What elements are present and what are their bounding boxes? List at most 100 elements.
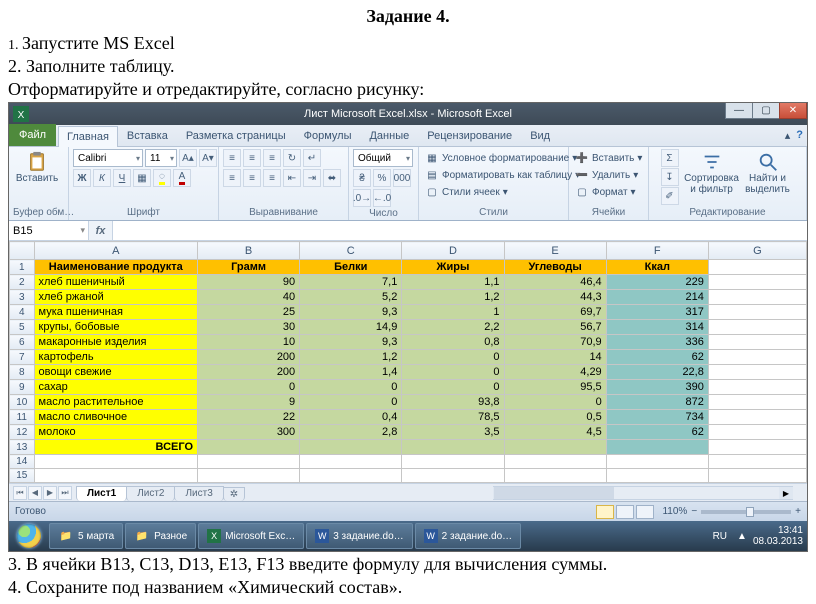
cell[interactable]: Наименование продукта	[34, 260, 197, 275]
row-header[interactable]: 14	[10, 455, 35, 469]
sheet-nav-prev[interactable]: ◀	[28, 486, 42, 500]
cell[interactable]	[34, 469, 197, 483]
cell[interactable]: 734	[606, 410, 708, 425]
cell[interactable]: 10	[198, 335, 300, 350]
tab-layout[interactable]: Разметка страницы	[177, 125, 295, 146]
align-left-button[interactable]: ≡	[223, 169, 241, 187]
cell[interactable]: 44,3	[504, 290, 606, 305]
cell[interactable]	[402, 440, 504, 455]
cell[interactable]	[606, 440, 708, 455]
format-cells-button[interactable]: ▢Формат ▾	[573, 185, 638, 200]
cell[interactable]: 22,8	[606, 365, 708, 380]
tab-view[interactable]: Вид	[521, 125, 559, 146]
cell[interactable]	[708, 469, 806, 483]
file-tab[interactable]: Файл	[9, 124, 56, 146]
col-header-B[interactable]: B	[198, 242, 300, 260]
spreadsheet-grid[interactable]: A B C D E F G 1Наименование продуктаГрам…	[9, 241, 807, 483]
cell[interactable]: 3,5	[402, 425, 504, 440]
row-header[interactable]: 8	[10, 365, 35, 380]
insert-cells-button[interactable]: ➕Вставить ▾	[573, 151, 644, 166]
row-header[interactable]: 3	[10, 290, 35, 305]
cell[interactable]	[198, 455, 300, 469]
cell[interactable]: 0	[402, 380, 504, 395]
cell[interactable]	[300, 455, 402, 469]
cell[interactable]: 25	[198, 305, 300, 320]
paste-button[interactable]: Вставить	[13, 149, 61, 186]
cell[interactable]: 0	[402, 365, 504, 380]
sheet-nav-next[interactable]: ▶	[43, 486, 57, 500]
format-as-table-button[interactable]: ▤Форматировать как таблицу ▾	[423, 168, 582, 183]
cell[interactable]: 300	[198, 425, 300, 440]
delete-cells-button[interactable]: ➖Удалить ▾	[573, 168, 640, 183]
col-header-A[interactable]: A	[34, 242, 197, 260]
cell[interactable]	[708, 335, 806, 350]
cell[interactable]: 872	[606, 395, 708, 410]
cell[interactable]	[708, 380, 806, 395]
cell[interactable]: Жиры	[402, 260, 504, 275]
close-button[interactable]: ✕	[779, 103, 807, 119]
view-normal-button[interactable]	[596, 505, 614, 519]
view-layout-button[interactable]	[616, 505, 634, 519]
cell[interactable]: 90	[198, 275, 300, 290]
cell[interactable]: масло растительное	[34, 395, 197, 410]
conditional-format-button[interactable]: ▦Условное форматирование ▾	[423, 151, 579, 166]
cell[interactable]: масло сливочное	[34, 410, 197, 425]
cell[interactable]: 14,9	[300, 320, 402, 335]
percent-button[interactable]: %	[373, 169, 391, 187]
align-top-button[interactable]: ≡	[223, 149, 241, 167]
cell[interactable]	[504, 455, 606, 469]
row-header[interactable]: 13	[10, 440, 35, 455]
tab-formulas[interactable]: Формулы	[295, 125, 361, 146]
cell[interactable]	[708, 350, 806, 365]
cell[interactable]: 1,1	[402, 275, 504, 290]
fill-button[interactable]: ↧	[661, 168, 679, 186]
col-header-F[interactable]: F	[606, 242, 708, 260]
zoom-out-button[interactable]: −	[691, 506, 697, 517]
cell[interactable]	[708, 440, 806, 455]
cell[interactable]: 0,5	[504, 410, 606, 425]
font-color-button[interactable]: A	[173, 169, 191, 187]
cell-styles-button[interactable]: ▢Стили ячеек ▾	[423, 185, 510, 200]
taskbar-folder-2[interactable]: 📁Разное	[125, 523, 196, 549]
col-header-E[interactable]: E	[504, 242, 606, 260]
border-button[interactable]: ▦	[133, 169, 151, 187]
cell[interactable]: 0	[198, 380, 300, 395]
cell[interactable]: 5,2	[300, 290, 402, 305]
cell[interactable]: овощи свежие	[34, 365, 197, 380]
cell[interactable]	[708, 395, 806, 410]
cell[interactable]	[34, 455, 197, 469]
orientation-button[interactable]: ↻	[283, 149, 301, 167]
tab-data[interactable]: Данные	[360, 125, 418, 146]
sheet-tab-3[interactable]: Лист3	[174, 486, 223, 501]
cell[interactable]: 95,5	[504, 380, 606, 395]
cell[interactable]	[708, 425, 806, 440]
inc-decimal-button[interactable]: .0→	[353, 189, 371, 207]
taskbar-app-excel[interactable]: XMicrosoft Exc…	[198, 523, 304, 549]
cell[interactable]: 4,5	[504, 425, 606, 440]
cell[interactable]	[300, 469, 402, 483]
maximize-button[interactable]: ▢	[752, 103, 780, 119]
cell[interactable]	[708, 305, 806, 320]
clear-button[interactable]: ✐	[661, 187, 679, 205]
find-select-button[interactable]: Найти и выделить	[741, 149, 795, 197]
sheet-tab-2[interactable]: Лист2	[126, 486, 175, 501]
cell[interactable]: 46,4	[504, 275, 606, 290]
italic-button[interactable]: К	[93, 169, 111, 187]
font-size-dropdown[interactable]: 11	[145, 149, 177, 167]
cell[interactable]: 69,7	[504, 305, 606, 320]
align-bottom-button[interactable]: ≡	[263, 149, 281, 167]
formula-input[interactable]	[113, 221, 807, 240]
cell[interactable]: 200	[198, 350, 300, 365]
sheet-tab-1[interactable]: Лист1	[76, 486, 127, 501]
cell[interactable]: 56,7	[504, 320, 606, 335]
wrap-text-button[interactable]: ↵	[303, 149, 321, 167]
fill-color-button[interactable]: ◌	[153, 169, 171, 187]
sheet-nav-first[interactable]: ⏮	[13, 486, 27, 500]
cell[interactable]: 0	[300, 395, 402, 410]
cell[interactable]	[606, 455, 708, 469]
autosum-button[interactable]: Σ	[661, 149, 679, 167]
cell[interactable]: 200	[198, 365, 300, 380]
indent-inc-button[interactable]: ⇥	[303, 169, 321, 187]
col-header-D[interactable]: D	[402, 242, 504, 260]
new-sheet-button[interactable]: ✲	[223, 487, 245, 501]
